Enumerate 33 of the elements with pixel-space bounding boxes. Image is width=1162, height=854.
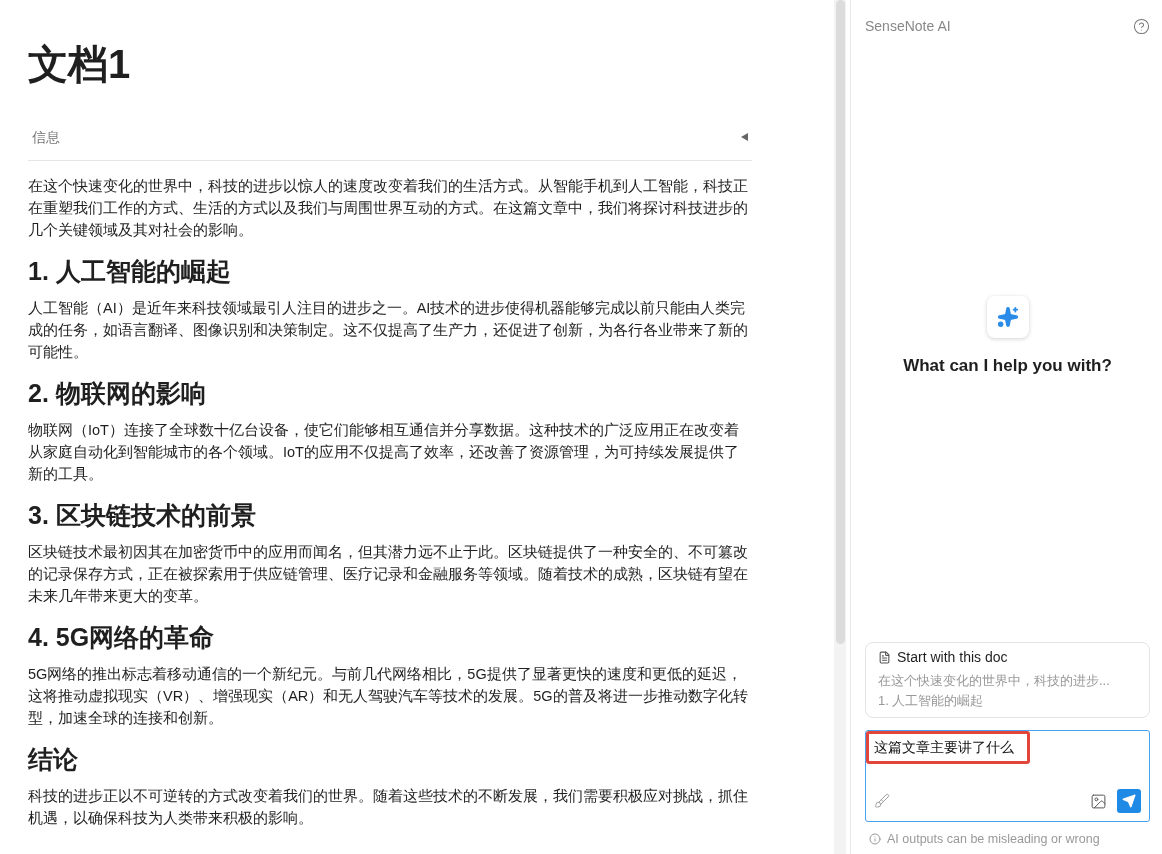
message-input[interactable]: 这篇文章主要讲了什么 [865,730,1150,822]
help-button[interactable] [1133,17,1150,35]
collapse-toggle[interactable] [741,133,748,143]
sparkle-icon [996,306,1019,328]
section-heading: 2. 物联网的影响 [28,378,206,409]
paragraph: 5G网络的推出标志着移动通信的一个新纪元。与前几代网络相比，5G提供了显著更快的速度和更低的延迟，这将推动虚拟现实（VR）、增强现实（AR）和无人驾驶汽车等技术的发展。5G的普及将进一步推动数字化转型，加速全球的连接和创新。 [28,665,749,728]
paragraph: 在这个快速变化的世界中，科技的进步以惊人的速度改变着我们的生活方式。从智能手机到人工智能，科技正在重塑我们工作的方式、生活的方式以及我们与周围世界互动的方式。在这篇文章中，我们将探讨科技进步的几个关键领域及其对社会的影响。 [28,177,749,240]
help-icon [1133,17,1150,35]
section-heading: 4. 5G网络的革命 [28,622,215,653]
image-button[interactable] [1090,792,1107,810]
section-heading: 结论 [28,744,78,775]
scrollbar-thumb[interactable] [835,0,845,644]
paragraph: 区块链技术最初因其在加密货币中的应用而闻名，但其潜力远不止于此。区块链提供了一种安全的、不可篡改的记录保存方式，正在被探索用于供应链管理、医疗记录和金融服务等领域。随着技术的成熟，区块链有望在未来几年带来更大的变革。 [28,543,749,606]
welcome-prompt: What can I help you with? [903,356,1112,376]
send-icon [1122,794,1136,808]
triangle-icon [741,133,748,141]
image-icon [1090,792,1107,810]
document-icon [878,650,891,664]
panel-title: SenseNote AI [865,18,951,34]
suggestion-title: Start with this doc [897,649,1008,665]
suggestion-preview-line: 1. 人工智能的崛起 [878,692,985,710]
paragraph: 人工智能（AI）是近年来科技领域最引人注目的进步之一。AI技术的进步使得机器能够完成以前只能由人类完成的任务，如语言翻译、图像识别和决策制定。这不仅提高了生产力，还促进了创新，为各行各业带来了新的可能性。 [28,299,749,362]
document-title: 文档1 [28,41,131,88]
suggestion-card[interactable]: Start with this doc 在这个快速变化的世界中，科技的进步... 1. 人工智能的崛起 [865,642,1150,718]
info-icon [869,833,881,845]
info-section-label: 信息 [32,129,60,147]
section-heading: 1. 人工智能的崛起 [28,256,231,287]
disclaimer-text: AI outputs can be misleading or wrong [887,832,1100,846]
paragraph: 科技的进步正以不可逆转的方式改变着我们的世界。随着这些技术的不断发展，我们需要积极应对挑战，抓住机遇，以确保科技为人类带来积极的影响。 [28,787,749,828]
send-button[interactable] [1117,789,1141,813]
suggestion-preview-line: 在这个快速变化的世界中，科技的进步... [878,672,1111,690]
paragraph: 物联网（IoT）连接了全球数十亿台设备，使它们能够相互通信并分享数据。这种技术的广泛应用正在改变着从家庭自动化到智能城市的各个领域。IoT的应用不仅提高了效率，还改善了资源管理，为可持续发展提供了新的工具。 [28,421,740,484]
section-heading: 3. 区块链技术的前景 [28,500,256,531]
